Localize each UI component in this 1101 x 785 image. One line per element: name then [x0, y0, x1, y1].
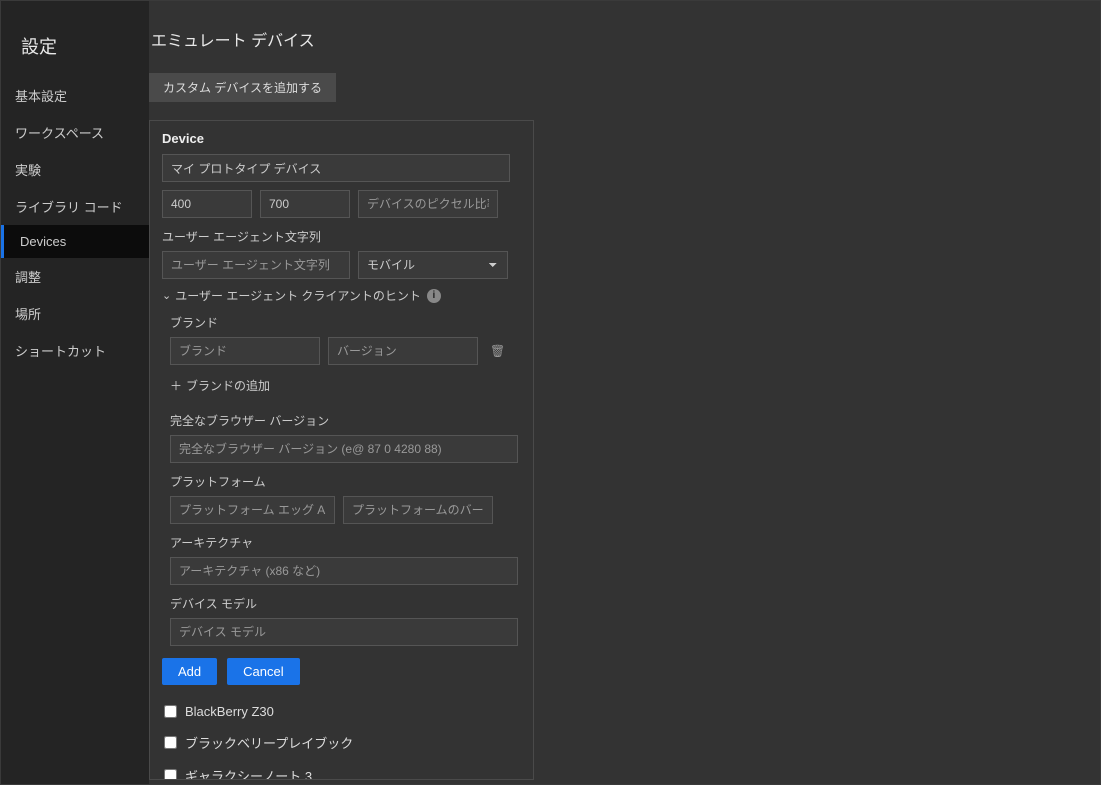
- brand-version-input[interactable]: [328, 337, 478, 365]
- plus-icon: ＋: [170, 377, 182, 394]
- client-hints-expander[interactable]: ⌄ ユーザー エージェント クライアントのヒント i: [162, 287, 521, 304]
- client-hints-label: ユーザー エージェント クライアントのヒント: [175, 287, 421, 304]
- ua-label: ユーザー エージェント文字列: [162, 228, 521, 245]
- trash-icon[interactable]: 🗑: [490, 344, 505, 358]
- device-name-input[interactable]: [162, 154, 510, 182]
- add-button[interactable]: Add: [162, 658, 217, 685]
- ua-type-select[interactable]: モバイル: [358, 251, 508, 279]
- architecture-input[interactable]: [170, 557, 518, 585]
- device-dpr-input[interactable]: [358, 190, 498, 218]
- sidebar-item-throttling[interactable]: 調整: [1, 258, 149, 295]
- page-title: エミュレート デバイス: [149, 19, 1076, 63]
- sidebar-item-devices[interactable]: Devices: [1, 225, 149, 258]
- platform-input[interactable]: [170, 496, 335, 524]
- device-list-item[interactable]: ギャラクシーノート 3: [162, 759, 521, 780]
- full-browser-version-input[interactable]: [170, 435, 518, 463]
- cancel-button[interactable]: Cancel: [227, 658, 299, 685]
- client-hints-section: ブランド 🗑 ＋ ブランドの追加 完全なブラウザー バージョン プラットフォーム: [162, 314, 521, 646]
- sidebar-item-workspace[interactable]: ワークスペース: [1, 114, 149, 151]
- help-icon[interactable]: i: [427, 289, 441, 303]
- device-form-panel: Device ユーザー エージェント文字列 モバイル ⌄ ユーザー エージェント…: [149, 120, 534, 780]
- device-height-input[interactable]: [260, 190, 350, 218]
- device-checkbox[interactable]: [164, 769, 177, 780]
- full-browser-version-label: 完全なブラウザー バージョン: [170, 412, 521, 429]
- architecture-label: アーキテクチャ: [170, 534, 521, 551]
- platform-version-input[interactable]: [343, 496, 493, 524]
- device-width-input[interactable]: [162, 190, 252, 218]
- device-checkbox[interactable]: [164, 705, 177, 718]
- ua-string-input[interactable]: [162, 251, 350, 279]
- main-panel: エミュレート デバイス カスタム デバイスを追加する Device ユーザー エ…: [149, 1, 1100, 784]
- device-list-item[interactable]: BlackBerry Z30: [162, 697, 521, 726]
- sidebar: 設定 基本設定 ワークスペース 実験 ライブラリ コード Devices 調整 …: [1, 1, 149, 784]
- chevron-down-icon: ⌄: [162, 289, 171, 302]
- add-custom-device-button[interactable]: カスタム デバイスを追加する: [149, 73, 336, 102]
- sidebar-item-locations[interactable]: 場所: [1, 295, 149, 332]
- brand-input[interactable]: [170, 337, 320, 365]
- device-model-input[interactable]: [170, 618, 518, 646]
- device-model-label: デバイス モデル: [170, 595, 521, 612]
- device-checkbox[interactable]: [164, 736, 177, 749]
- sidebar-item-shortcuts[interactable]: ショートカット: [1, 332, 149, 369]
- settings-window: ✕ 設定 基本設定 ワークスペース 実験 ライブラリ コード Devices 調…: [0, 0, 1101, 785]
- add-brand-button[interactable]: ＋ ブランドの追加: [170, 377, 270, 394]
- sidebar-title: 設定: [1, 21, 149, 77]
- platform-label: プラットフォーム: [170, 473, 521, 490]
- sidebar-item-library-code[interactable]: ライブラリ コード: [1, 188, 149, 225]
- sidebar-item-experiments[interactable]: 実験: [1, 151, 149, 188]
- device-section-label: Device: [162, 131, 521, 146]
- sidebar-item-preferences[interactable]: 基本設定: [1, 77, 149, 114]
- device-list-item[interactable]: ブラックベリープレイブック: [162, 726, 521, 759]
- brand-label: ブランド: [170, 314, 521, 331]
